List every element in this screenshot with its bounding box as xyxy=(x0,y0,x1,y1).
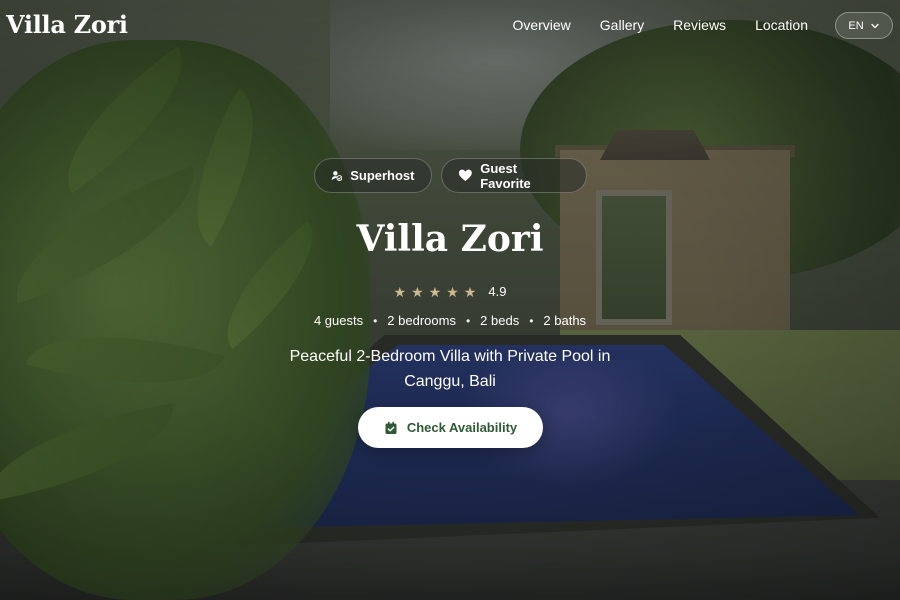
chevron-down-icon xyxy=(870,23,879,28)
page-title: Villa Zori xyxy=(356,218,544,260)
language-selector[interactable]: EN xyxy=(835,12,893,39)
star-icon: ★ xyxy=(446,283,459,300)
nav-reviews[interactable]: Reviews xyxy=(673,17,726,33)
brand-logo[interactable]: Villa Zori xyxy=(6,10,128,39)
fact-separator: • xyxy=(373,313,378,328)
check-availability-label: Check Availability xyxy=(406,420,518,435)
hero-badges: Superhost Guest Favorite xyxy=(0,158,900,193)
superhost-label: Superhost xyxy=(350,168,415,183)
hero-background-image xyxy=(0,0,900,600)
fact-guests: 4 guests xyxy=(313,313,364,328)
star-icon: ★ xyxy=(393,283,407,300)
fact-baths: 2 baths xyxy=(543,313,587,328)
language-label: EN xyxy=(848,19,864,32)
rating-row: ★ ★ ★ ★ ★ 4.9 xyxy=(0,284,900,299)
nav-gallery[interactable]: Gallery xyxy=(600,17,644,33)
heart-icon xyxy=(458,169,472,182)
fact-separator: • xyxy=(529,313,534,328)
site-header: Villa Zori Overview Gallery Reviews Loca… xyxy=(0,0,900,52)
guest-favorite-label: Guest Favorite xyxy=(480,160,531,191)
check-availability-button[interactable]: Check Availability xyxy=(358,407,543,448)
fact-bedrooms: 2 bedrooms xyxy=(387,313,456,328)
nav-location[interactable]: Location xyxy=(755,17,808,33)
nav-overview[interactable]: Overview xyxy=(512,17,570,33)
user-check-icon xyxy=(331,171,342,181)
superhost-badge: Superhost xyxy=(313,158,432,193)
star-icon: ★ xyxy=(463,283,477,300)
rating-value: 4.9 xyxy=(488,284,507,299)
fact-separator: • xyxy=(465,313,471,328)
hero-tagline: Peaceful 2-Bedroom Villa with Private Po… xyxy=(289,348,611,390)
guest-favorite-badge: Guest Favorite xyxy=(440,158,587,193)
property-facts: 4 guests • 2 bedrooms • 2 beds • 2 baths xyxy=(0,313,900,328)
main-nav: Overview Gallery Reviews Location xyxy=(512,17,808,33)
star-icon: ★ xyxy=(411,283,424,300)
star-icon: ★ xyxy=(428,283,442,300)
fact-beds: 2 beds xyxy=(480,313,520,328)
star-rating: ★ ★ ★ ★ ★ xyxy=(394,285,477,299)
calendar-check-icon xyxy=(385,421,397,434)
